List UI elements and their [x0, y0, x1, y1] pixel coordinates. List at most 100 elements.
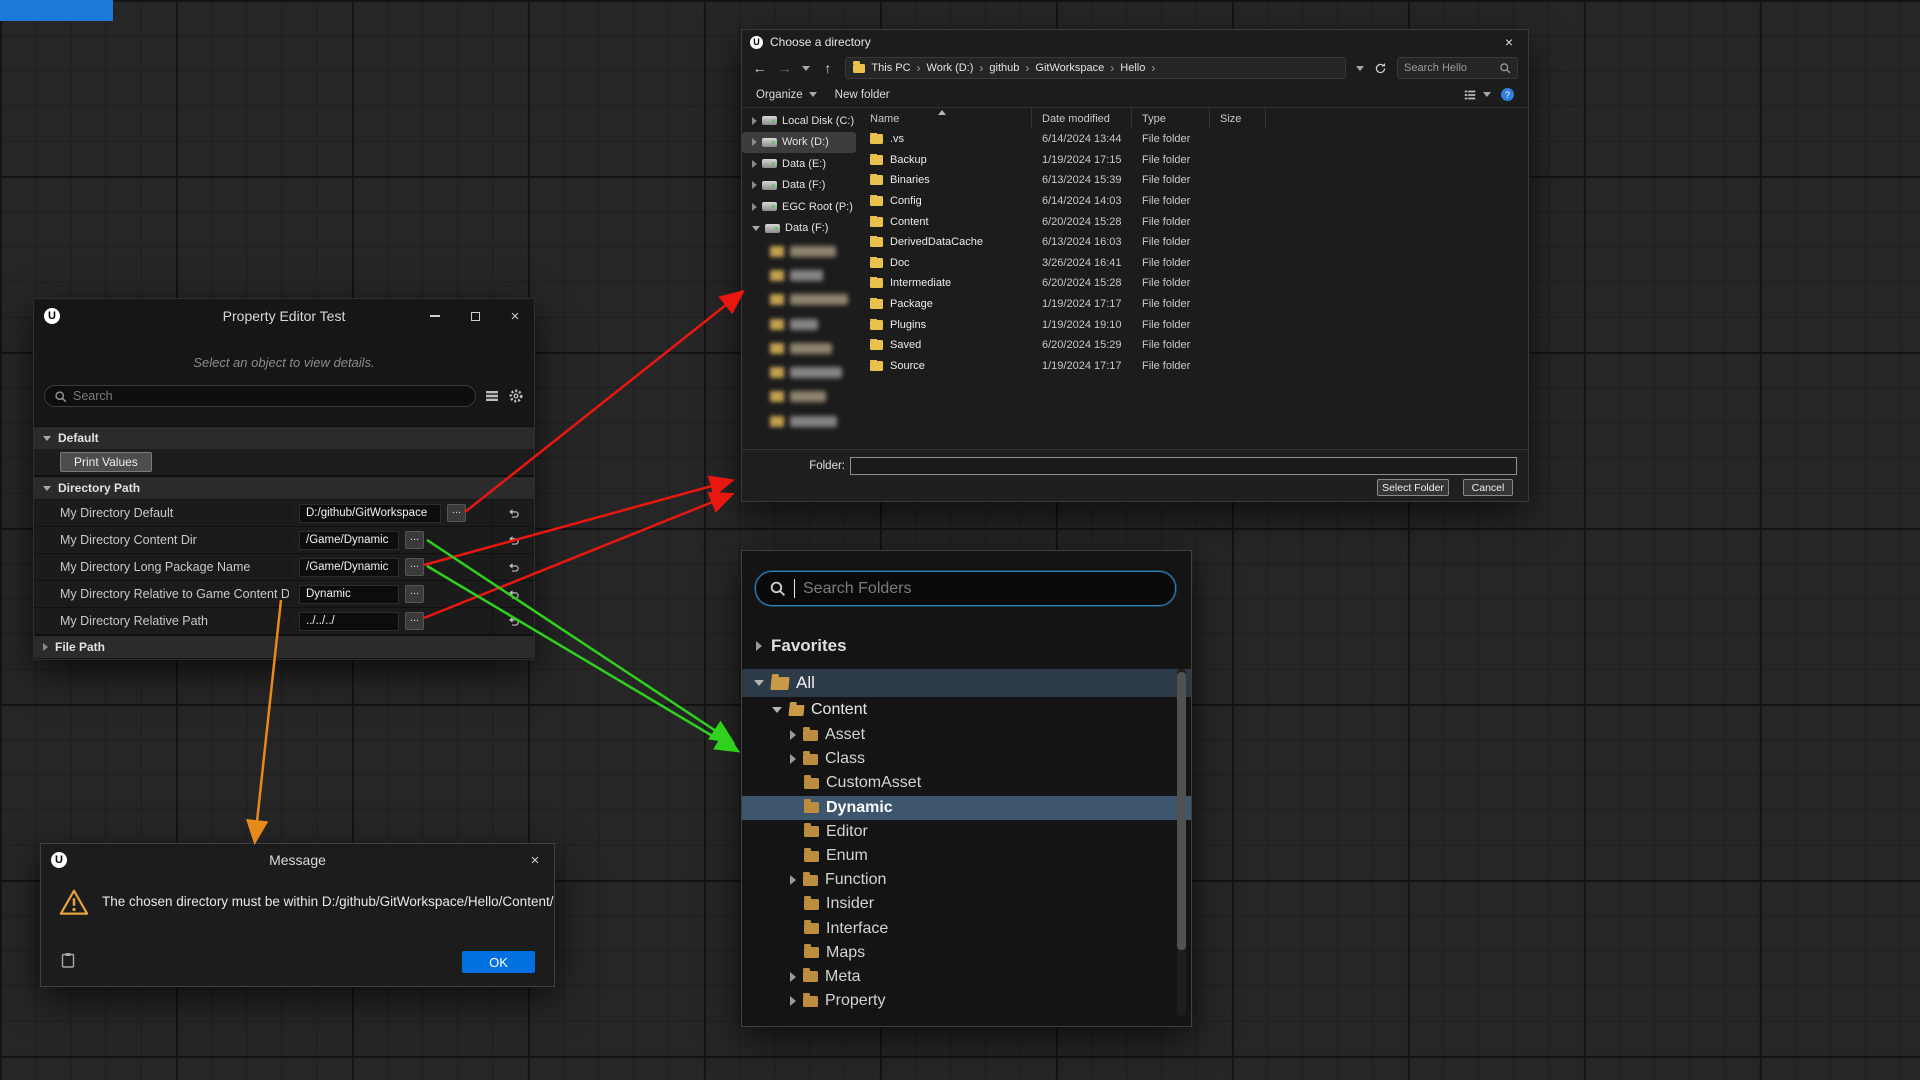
select-folder-button[interactable]: Select Folder [1377, 479, 1449, 496]
breadcrumb[interactable]: This PC › Work (D:) › github › GitWorksp… [845, 57, 1346, 79]
tree-item-dynamic[interactable]: Dynamic [742, 796, 1191, 820]
file-row[interactable]: Source1/19/2024 17:17File folder [860, 356, 1520, 377]
directory-value-field[interactable]: /Game/Dynamic [299, 531, 399, 550]
browse-ellipsis-button[interactable]: ... [405, 531, 424, 549]
sidebar-item-work-d[interactable]: Work (D:) [742, 132, 856, 154]
tree-item-function[interactable]: Function [742, 868, 1191, 892]
file-row[interactable]: Package1/19/2024 17:17File folder [860, 294, 1520, 315]
sidebar-item-local-disk-c[interactable]: Local Disk (C:) [742, 110, 860, 132]
print-values-button[interactable]: Print Values [60, 452, 152, 472]
breadcrumb-item[interactable]: GitWorkspace [1035, 62, 1104, 74]
reset-to-default-button[interactable] [492, 581, 534, 608]
section-header-file-path[interactable]: File Path [34, 635, 534, 658]
tree-item-all[interactable]: All [742, 669, 1191, 697]
dialog-titlebar[interactable]: U Choose a directory × [742, 30, 1528, 54]
refresh-button[interactable] [1374, 62, 1387, 75]
breadcrumb-item[interactable]: Work (D:) [927, 62, 974, 74]
file-row[interactable]: DerivedDataCache6/13/2024 16:03File fold… [860, 232, 1520, 253]
file-row[interactable]: Binaries6/13/2024 15:39File folder [860, 170, 1520, 191]
directory-value-field[interactable]: Dynamic [299, 585, 399, 604]
message-titlebar[interactable]: U Message × [41, 844, 554, 876]
sidebar-item-data-e[interactable]: Data (E:) [742, 153, 860, 175]
reset-to-default-button[interactable] [492, 527, 534, 554]
section-header-default[interactable]: Default [34, 426, 534, 449]
organize-menu-button[interactable]: Organize [756, 89, 817, 101]
maximize-button[interactable] [466, 307, 484, 325]
cancel-button[interactable]: Cancel [1463, 479, 1513, 496]
copy-to-clipboard-button[interactable] [61, 952, 75, 973]
settings-button[interactable] [508, 388, 524, 404]
minimize-button[interactable] [426, 307, 444, 325]
close-button[interactable]: × [506, 307, 524, 325]
back-button[interactable]: ← [752, 60, 767, 76]
sidebar-item-data-f[interactable]: Data (F:) [742, 175, 860, 197]
browse-ellipsis-button[interactable]: ... [405, 585, 424, 603]
recent-locations-dropdown[interactable] [802, 66, 810, 71]
close-button[interactable]: × [1490, 30, 1528, 54]
tree-item-property[interactable]: Property [742, 989, 1191, 1013]
browse-ellipsis-button[interactable]: ... [405, 558, 424, 576]
tree-item-class[interactable]: Class [742, 747, 1191, 771]
breadcrumb-item[interactable]: This PC [871, 62, 910, 74]
new-folder-button[interactable]: New folder [835, 89, 890, 101]
censored-folder-item [742, 409, 860, 433]
ok-button[interactable]: OK [462, 951, 535, 973]
breadcrumb-item[interactable]: github [989, 62, 1019, 74]
column-header-size[interactable]: Size [1210, 108, 1266, 129]
directory-value-field[interactable]: D:/github/GitWorkspace [299, 504, 441, 523]
file-row[interactable]: .vs6/14/2024 13:44File folder [860, 129, 1520, 150]
reset-to-default-button[interactable] [492, 608, 534, 635]
censored-label [790, 294, 848, 305]
tree-item-interface[interactable]: Interface [742, 917, 1191, 941]
file-row[interactable]: Backup1/19/2024 17:15File folder [860, 150, 1520, 171]
file-row[interactable]: Plugins1/19/2024 19:10File folder [860, 314, 1520, 335]
tree-item-asset[interactable]: Asset [742, 723, 1191, 747]
folder-name-input[interactable] [850, 457, 1517, 475]
tree-item-editor[interactable]: Editor [742, 820, 1191, 844]
tree-item-meta[interactable]: Meta [742, 965, 1191, 989]
tree-item-enum[interactable]: Enum [742, 844, 1191, 868]
scrollbar-track[interactable] [1177, 669, 1186, 1016]
censored-label [790, 319, 818, 330]
file-row[interactable]: Content6/20/2024 15:28File folder [860, 211, 1520, 232]
property-editor-titlebar[interactable]: U Property Editor Test × [34, 299, 534, 333]
breadcrumb-item[interactable]: Hello [1120, 62, 1145, 74]
details-search-box[interactable] [44, 385, 476, 407]
dialog-search-box[interactable] [1397, 57, 1518, 79]
sidebar-item-data-f2[interactable]: Data (F:) [742, 218, 860, 240]
reset-to-default-button[interactable] [492, 500, 534, 527]
section-header-directory-path[interactable]: Directory Path [34, 476, 534, 499]
tree-item-content[interactable]: Content [742, 697, 1191, 723]
address-dropdown[interactable] [1356, 66, 1364, 71]
column-header-name[interactable]: Name [860, 108, 1032, 129]
file-date: 6/20/2024 15:28 [1032, 216, 1132, 228]
browse-ellipsis-button[interactable]: ... [405, 612, 424, 630]
favorites-section[interactable]: Favorites [756, 636, 847, 656]
search-input[interactable] [1404, 62, 1499, 74]
sidebar-item-egc-root-p[interactable]: EGC Root (P:) [742, 196, 860, 218]
folder-icon [870, 361, 883, 371]
reset-to-default-button[interactable] [492, 554, 534, 581]
column-header-date-modified[interactable]: Date modified [1032, 108, 1132, 129]
scrollbar-thumb[interactable] [1177, 672, 1186, 950]
folder-search-box[interactable]: Search Folders [755, 571, 1176, 606]
close-button[interactable]: × [526, 851, 544, 869]
directory-value-field[interactable]: /Game/Dynamic [299, 558, 399, 577]
help-button[interactable]: ? [1501, 88, 1514, 101]
drive-label: Data (F:) [782, 179, 825, 191]
display-filter-button[interactable] [484, 388, 500, 404]
browse-ellipsis-button[interactable]: ... [447, 504, 466, 522]
column-header-type[interactable]: Type [1132, 108, 1210, 129]
file-row[interactable]: Intermediate6/20/2024 15:28File folder [860, 273, 1520, 294]
tree-item-insider[interactable]: Insider [742, 892, 1191, 916]
file-row[interactable]: Saved6/20/2024 15:29File folder [860, 335, 1520, 356]
tree-item-maps[interactable]: Maps [742, 941, 1191, 965]
tree-item-customasset[interactable]: CustomAsset [742, 771, 1191, 795]
file-row[interactable]: Doc3/26/2024 16:41File folder [860, 253, 1520, 274]
search-input[interactable] [73, 389, 466, 403]
directory-value-field[interactable]: ../../../ [299, 612, 399, 631]
up-button[interactable]: ↑ [820, 60, 835, 76]
file-row[interactable]: Config6/14/2024 14:03File folder [860, 191, 1520, 212]
view-mode-button[interactable] [1463, 88, 1491, 102]
forward-button[interactable]: → [777, 60, 792, 76]
